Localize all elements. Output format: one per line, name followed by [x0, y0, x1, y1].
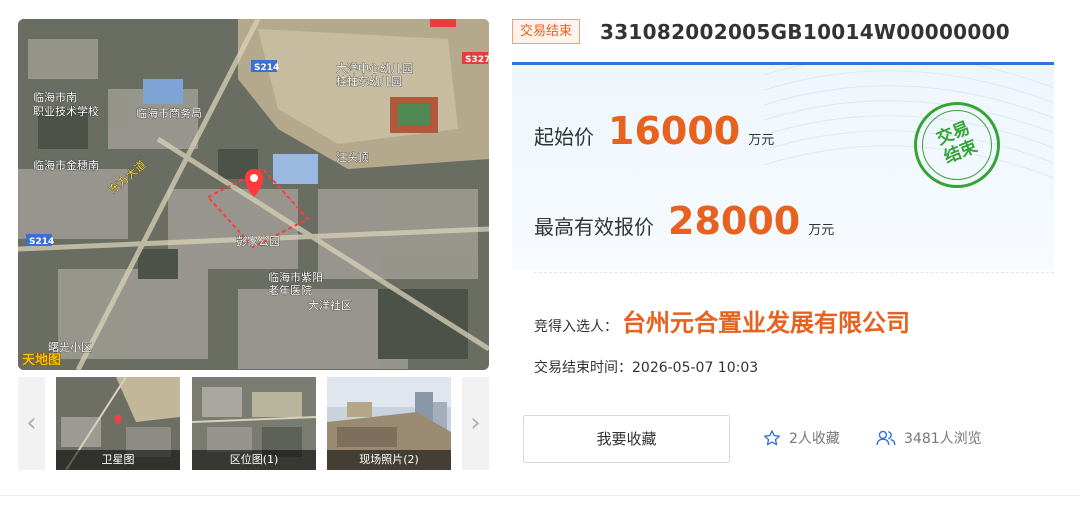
place-label: 临海市南: [33, 90, 77, 104]
lot-code-title: 331082002005GB10014W00000000: [600, 20, 1011, 44]
max-bid-value: 28000: [668, 199, 801, 243]
max-bid-label: 最高有效报价: [534, 215, 654, 239]
start-price-row: 起始价 16000 万元: [534, 109, 774, 153]
thumbnail-caption: 卫星图: [56, 450, 180, 470]
place-label: 临海市商务局: [136, 106, 202, 120]
chevron-left-icon: ‹: [26, 408, 37, 438]
satellite-map-image[interactable]: S214 S214 S327 临海市南 职业技术学校 临海市商务局 大洋中心幼儿…: [18, 19, 489, 370]
chevron-right-icon: ›: [470, 408, 481, 438]
section-divider: [0, 495, 1080, 496]
place-label: 桂柱东幼儿园: [336, 74, 402, 88]
place-label: 临海市紫阳: [268, 270, 323, 284]
place-label: 职业技术学校: [33, 104, 99, 118]
thumbnail-caption: 区位图(1): [192, 450, 316, 470]
start-price-value: 16000: [608, 109, 741, 153]
place-label: 彭家公园: [236, 234, 280, 248]
end-time-text: 交易结束时间：2026-05-07 10:03: [534, 360, 759, 376]
thumbnail-caption: 现场照片(2): [327, 450, 451, 470]
road-shield: S214: [29, 237, 54, 247]
star-icon: [763, 430, 781, 446]
thumbnail-site-photo[interactable]: 现场照片(2): [327, 377, 451, 470]
thumbnail-satellite[interactable]: 卫星图: [56, 377, 180, 470]
price-panel: 起始价 16000 万元 最高有效报价 28000 万元 交易 结束: [512, 62, 1054, 270]
views-text: 3481人浏览: [904, 431, 982, 447]
divider: [534, 272, 1054, 273]
thumbnail-location[interactable]: 区位图(1): [192, 377, 316, 470]
users-icon: [876, 430, 896, 445]
road-shield: S327: [465, 55, 489, 65]
place-label: 大洋社区: [308, 298, 352, 312]
thumbnail-strip: ‹ 卫星图 区位图(1) 现场照片(2) ›: [18, 377, 489, 470]
status-badge: 交易结束: [512, 19, 581, 44]
listing-detail: S214 S214 S327 临海市南 职业技术学校 临海市商务局 大洋中心幼儿…: [0, 0, 1080, 517]
favorites-text: 2人收藏: [789, 431, 840, 447]
place-label: 临海市金穗南: [33, 158, 99, 172]
favorites-count: 2人收藏: [763, 428, 840, 448]
winner-name: 台州元合置业发展有限公司: [622, 309, 910, 337]
next-arrow-button[interactable]: ›: [462, 377, 489, 470]
place-label: 大洋中心幼儿园: [336, 61, 413, 75]
place-label: 老年医院: [268, 283, 312, 297]
max-bid-unit: 万元: [808, 223, 835, 238]
add-favorite-button[interactable]: 我要收藏: [523, 415, 730, 463]
road-shield: S214: [254, 63, 279, 73]
max-bid-row: 最高有效报价 28000 万元: [534, 199, 834, 243]
views-count: 3481人浏览: [876, 428, 982, 448]
place-label: 曙光小区: [48, 340, 92, 354]
start-price-label: 起始价: [534, 125, 594, 149]
winner-row: 竞得入选人： 台州元合置业发展有限公司: [534, 303, 910, 338]
satellite-map-graphic: S214 S214 S327 临海市南 职业技术学校 临海市商务局 大洋中心幼儿…: [18, 19, 489, 370]
prev-arrow-button[interactable]: ‹: [18, 377, 45, 470]
map-brand-logo: 天地图: [22, 352, 61, 368]
transaction-ended-stamp: 交易 结束: [914, 102, 1000, 188]
start-price-unit: 万元: [748, 133, 775, 148]
place-label: 汪头顶: [336, 151, 369, 164]
winner-label: 竞得入选人：: [534, 319, 618, 335]
